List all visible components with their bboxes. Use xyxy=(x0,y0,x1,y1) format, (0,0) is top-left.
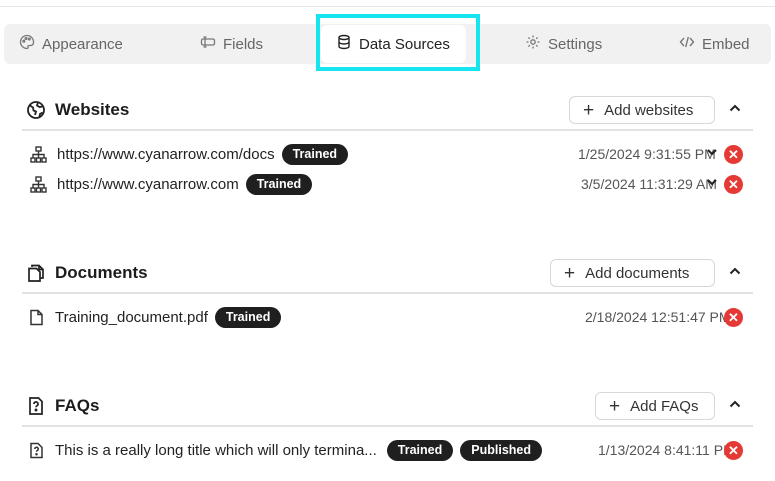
expand-website-button[interactable] xyxy=(705,177,719,191)
documents-title: Documents xyxy=(55,263,148,282)
expand-website-button[interactable] xyxy=(705,147,719,161)
website-url: https://www.cyanarrow.com xyxy=(57,175,239,193)
chevron-down-icon xyxy=(706,175,718,193)
faq-title: This is a really long title which will o… xyxy=(55,441,377,459)
close-icon: ✕ xyxy=(728,310,739,325)
faqs-divider xyxy=(22,425,753,427)
tab-settings[interactable]: Settings xyxy=(525,24,602,64)
add-websites-button[interactable]: + Add websites xyxy=(569,96,715,124)
website-url: https://www.cyanarrow.com/docs xyxy=(57,145,275,163)
faq-date: 1/13/2024 8:41:11 PM xyxy=(598,442,735,458)
add-documents-label: Add documents xyxy=(585,264,690,282)
plus-icon: + xyxy=(583,99,595,121)
tab-appearance-label: Appearance xyxy=(42,35,123,53)
add-websites-label: Add websites xyxy=(604,101,694,119)
faq-file-icon xyxy=(28,442,45,459)
sitemap-icon xyxy=(30,145,47,163)
collapse-faqs-button[interactable] xyxy=(726,397,744,415)
tab-appearance[interactable]: Appearance xyxy=(19,24,123,64)
collapse-documents-button[interactable] xyxy=(726,264,744,282)
websites-divider xyxy=(22,129,753,131)
tab-embed-label: Embed xyxy=(702,35,750,53)
delete-website-button[interactable]: ✕ xyxy=(724,145,743,164)
faqs-title: FAQs xyxy=(55,396,100,415)
close-icon: ✕ xyxy=(728,177,739,192)
plus-icon: + xyxy=(564,262,576,284)
fields-icon xyxy=(200,34,216,54)
status-badge: Trained xyxy=(245,173,313,195)
file-icon xyxy=(28,309,45,326)
chevron-up-icon xyxy=(728,397,742,416)
code-icon xyxy=(679,34,695,54)
tab-embed[interactable]: Embed xyxy=(679,24,750,64)
add-faqs-button[interactable]: + Add FAQs xyxy=(595,392,715,420)
gear-icon xyxy=(525,34,541,54)
close-icon: ✕ xyxy=(728,147,739,162)
chevron-up-icon xyxy=(728,101,742,120)
add-faqs-label: Add FAQs xyxy=(630,397,699,415)
documents-divider xyxy=(22,292,753,294)
tab-settings-label: Settings xyxy=(548,35,603,53)
websites-title: Websites xyxy=(55,100,130,119)
document-date: 2/18/2024 12:51:47 PM xyxy=(585,309,731,325)
sitemap-icon xyxy=(30,175,47,193)
status-badge: Published xyxy=(460,439,542,461)
delete-faq-button[interactable]: ✕ xyxy=(724,441,743,460)
plus-icon: + xyxy=(609,395,621,417)
status-badge: Trained xyxy=(281,143,349,165)
tab-fields-label: Fields xyxy=(223,35,264,53)
website-date: 3/5/2024 11:31:29 AM xyxy=(581,176,717,192)
chevron-down-icon xyxy=(706,145,718,163)
status-badge: Trained xyxy=(214,306,282,328)
faq-icon xyxy=(26,396,46,416)
delete-document-button[interactable]: ✕ xyxy=(724,308,743,327)
delete-website-button[interactable]: ✕ xyxy=(724,175,743,194)
tab-fields[interactable]: Fields xyxy=(200,24,263,64)
website-date: 1/25/2024 9:31:55 PM xyxy=(578,146,716,162)
top-divider xyxy=(0,6,775,7)
chevron-up-icon xyxy=(728,264,742,283)
add-documents-button[interactable]: + Add documents xyxy=(550,259,715,287)
palette-icon xyxy=(19,34,35,54)
status-badge: Trained xyxy=(386,439,454,461)
globe-icon xyxy=(26,100,46,120)
document-name: Training_document.pdf xyxy=(55,308,208,326)
collapse-websites-button[interactable] xyxy=(726,101,744,119)
active-tab-highlight xyxy=(316,14,480,71)
close-icon: ✕ xyxy=(728,443,739,458)
documents-icon xyxy=(26,263,46,283)
